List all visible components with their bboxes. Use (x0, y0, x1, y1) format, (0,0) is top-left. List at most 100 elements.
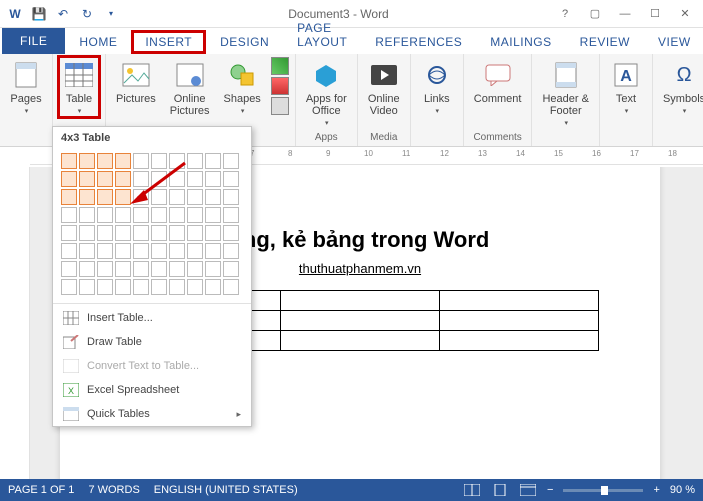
grid-cell[interactable] (151, 261, 167, 277)
help-button[interactable]: ? (551, 4, 579, 24)
grid-cell[interactable] (115, 171, 131, 187)
online-pictures-button[interactable]: Online Pictures (166, 57, 214, 119)
header-footer-button[interactable]: Header & Footer ▾ (538, 57, 592, 129)
grid-cell[interactable] (97, 243, 113, 259)
grid-cell[interactable] (61, 189, 77, 205)
tab-design[interactable]: DESIGN (206, 30, 283, 54)
tab-review[interactable]: REVIEW (566, 30, 644, 54)
pictures-button[interactable]: Pictures (112, 57, 160, 107)
grid-cell[interactable] (205, 153, 221, 169)
grid-cell[interactable] (223, 279, 239, 295)
grid-cell[interactable] (223, 153, 239, 169)
maximize-button[interactable]: ☐ (641, 4, 669, 24)
grid-cell[interactable] (169, 225, 185, 241)
grid-cell[interactable] (133, 243, 149, 259)
redo-icon[interactable]: ↻ (80, 7, 94, 21)
grid-cell[interactable] (61, 279, 77, 295)
grid-cell[interactable] (115, 225, 131, 241)
grid-cell[interactable] (169, 243, 185, 259)
grid-cell[interactable] (79, 153, 95, 169)
status-words[interactable]: 7 WORDS (88, 484, 139, 496)
minimize-button[interactable]: — (611, 4, 639, 24)
grid-cell[interactable] (61, 261, 77, 277)
grid-cell[interactable] (169, 261, 185, 277)
text-button[interactable]: A Text ▾ (606, 57, 646, 117)
table-button[interactable]: Table ▾ (59, 57, 99, 117)
grid-cell[interactable] (187, 207, 203, 223)
grid-cell[interactable] (79, 171, 95, 187)
ribbon-options-button[interactable]: ▢ (581, 4, 609, 24)
grid-cell[interactable] (187, 171, 203, 187)
grid-cell[interactable] (61, 153, 77, 169)
grid-cell[interactable] (97, 171, 113, 187)
grid-cell[interactable] (187, 225, 203, 241)
grid-cell[interactable] (115, 153, 131, 169)
grid-cell[interactable] (169, 189, 185, 205)
grid-cell[interactable] (97, 189, 113, 205)
grid-cell[interactable] (97, 207, 113, 223)
excel-spreadsheet-item[interactable]: X Excel Spreadsheet (53, 378, 251, 402)
grid-cell[interactable] (133, 153, 149, 169)
grid-cell[interactable] (133, 189, 149, 205)
grid-cell[interactable] (133, 207, 149, 223)
grid-cell[interactable] (133, 279, 149, 295)
grid-cell[interactable] (169, 153, 185, 169)
grid-cell[interactable] (223, 243, 239, 259)
quick-tables-item[interactable]: Quick Tables ▸ (53, 402, 251, 426)
undo-icon[interactable]: ↶ (56, 7, 70, 21)
grid-cell[interactable] (151, 189, 167, 205)
pages-button[interactable]: Pages ▾ (6, 57, 46, 117)
grid-cell[interactable] (187, 243, 203, 259)
tab-references[interactable]: REFERENCES (361, 30, 476, 54)
grid-cell[interactable] (79, 225, 95, 241)
grid-cell[interactable] (115, 279, 131, 295)
smartart-icon[interactable] (271, 57, 289, 75)
web-layout-icon[interactable] (519, 483, 537, 497)
save-icon[interactable]: 💾 (32, 7, 46, 21)
tab-view[interactable]: VIEW (644, 30, 703, 54)
grid-cell[interactable] (97, 225, 113, 241)
grid-cell[interactable] (133, 225, 149, 241)
grid-cell[interactable] (61, 171, 77, 187)
grid-cell[interactable] (79, 261, 95, 277)
close-button[interactable]: ✕ (671, 4, 699, 24)
grid-cell[interactable] (223, 207, 239, 223)
status-language[interactable]: ENGLISH (UNITED STATES) (154, 484, 298, 496)
grid-cell[interactable] (187, 153, 203, 169)
grid-cell[interactable] (133, 171, 149, 187)
grid-cell[interactable] (223, 189, 239, 205)
status-page[interactable]: PAGE 1 OF 1 (8, 484, 74, 496)
grid-cell[interactable] (205, 261, 221, 277)
grid-cell[interactable] (205, 279, 221, 295)
grid-cell[interactable] (187, 279, 203, 295)
online-video-button[interactable]: Online Video (364, 57, 404, 119)
grid-cell[interactable] (205, 189, 221, 205)
chart-icon[interactable] (271, 77, 289, 95)
grid-cell[interactable] (205, 225, 221, 241)
insert-table-item[interactable]: Insert Table... (53, 306, 251, 330)
print-layout-icon[interactable] (491, 483, 509, 497)
tab-mailings[interactable]: MAILINGS (476, 30, 565, 54)
read-mode-icon[interactable] (463, 483, 481, 497)
grid-cell[interactable] (97, 279, 113, 295)
tab-file[interactable]: FILE (2, 28, 65, 54)
qat-customize-icon[interactable]: ▾ (104, 7, 118, 21)
links-button[interactable]: Links ▾ (417, 57, 457, 117)
tab-insert[interactable]: INSERT (131, 30, 206, 54)
zoom-slider[interactable] (563, 489, 643, 492)
grid-cell[interactable] (133, 261, 149, 277)
grid-cell[interactable] (115, 189, 131, 205)
grid-cell[interactable] (61, 225, 77, 241)
grid-cell[interactable] (169, 171, 185, 187)
grid-cell[interactable] (115, 243, 131, 259)
grid-cell[interactable] (187, 261, 203, 277)
grid-cell[interactable] (151, 279, 167, 295)
grid-cell[interactable] (205, 243, 221, 259)
shapes-button[interactable]: Shapes ▾ (220, 57, 265, 117)
grid-cell[interactable] (61, 207, 77, 223)
grid-cell[interactable] (97, 153, 113, 169)
tab-page-layout[interactable]: PAGE LAYOUT (283, 16, 361, 54)
grid-cell[interactable] (169, 279, 185, 295)
grid-cell[interactable] (79, 189, 95, 205)
grid-cell[interactable] (97, 261, 113, 277)
